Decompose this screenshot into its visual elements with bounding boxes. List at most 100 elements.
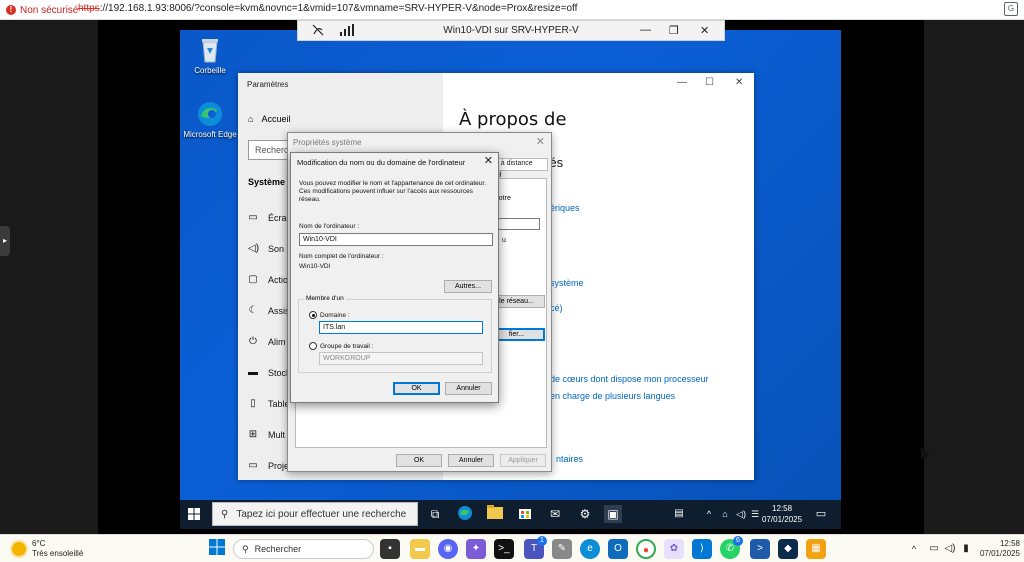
tray-chevron-icon[interactable]: ^ xyxy=(904,539,924,559)
vscode-icon[interactable]: ⟩ xyxy=(692,539,712,559)
restore-icon[interactable]: ❐ xyxy=(669,24,679,37)
search-placeholder: Rechercher xyxy=(254,544,302,554)
full-name-value: Win10-VDI xyxy=(299,263,331,270)
computer-name-input[interactable]: Win10-VDI xyxy=(299,233,493,246)
desktop-icon-label: Microsoft Edge xyxy=(183,130,237,139)
translate-icon[interactable]: G xyxy=(1004,2,1018,16)
close-icon[interactable]: ✕ xyxy=(484,154,493,167)
news-icon[interactable]: ▤ xyxy=(670,505,688,523)
sidebar-item-stockage[interactable]: ▬ Stock xyxy=(248,367,291,378)
dialog-description: Vous pouvez modifier le nom et l'apparte… xyxy=(299,180,486,203)
close-icon[interactable]: ✕ xyxy=(536,135,545,148)
desktop-icon-recycle-bin[interactable]: Corbeille xyxy=(180,36,240,75)
apply-button[interactable]: Appliquer xyxy=(500,454,546,467)
multitask-icon: ⊞ xyxy=(248,429,258,440)
sidebar-item-assistant[interactable]: ☾ Assis xyxy=(248,305,290,316)
domain-input[interactable]: ITS.lan xyxy=(319,321,483,334)
vm-taskbar: ⚲ Tapez ici pour effectuer une recherche… xyxy=(180,500,841,529)
desktop-icon-edge[interactable]: Microsoft Edge xyxy=(180,100,240,139)
cancel-button[interactable]: Annuler xyxy=(445,382,492,395)
link-systeme[interactable]: système xyxy=(550,278,584,288)
settings-gear-icon[interactable]: ⚙ xyxy=(576,505,594,523)
link-commentaires[interactable]: ntaires xyxy=(556,454,583,464)
projection-icon: ▭ xyxy=(248,460,258,471)
windows-start-icon[interactable] xyxy=(188,508,200,520)
minimize-icon[interactable]: — xyxy=(640,24,651,36)
settings-minimize-icon[interactable]: — xyxy=(677,77,687,88)
host-clock[interactable]: 12:58 07/01/2025 xyxy=(980,539,1020,559)
vm-clock[interactable]: 12:58 07/01/2025 xyxy=(762,503,802,525)
settings-home-link[interactable]: ⌂ Accueil xyxy=(248,114,290,124)
notification-center-icon[interactable]: ▭ xyxy=(812,505,830,523)
full-name-label: Nom complet de l'ordinateur : xyxy=(299,253,384,260)
settings-maximize-icon[interactable]: ☐ xyxy=(705,77,714,88)
workgroup-input[interactable]: WORKGROUP xyxy=(319,352,483,365)
url-text: ://192.168.1.93:8006/?console=kvm&novnc=… xyxy=(99,3,578,14)
sidebar-item-projection[interactable]: ▭ Proje xyxy=(248,460,289,471)
teams-icon[interactable]: T1 xyxy=(524,536,547,559)
sidebar-item-tablette[interactable]: ▯ Table xyxy=(248,398,289,409)
store-icon[interactable] xyxy=(516,505,534,523)
others-button[interactable]: Autres... xyxy=(444,280,492,293)
paint-icon[interactable]: ✿ xyxy=(664,539,684,559)
cancel-button[interactable]: Annuler xyxy=(448,454,494,467)
home-label: Accueil xyxy=(261,114,291,124)
domain-radio[interactable] xyxy=(309,311,317,319)
sidebar-item-son[interactable]: ◁) Son xyxy=(248,243,284,254)
link-periph[interactable]: ériques xyxy=(550,203,580,213)
file-explorer-icon[interactable] xyxy=(486,505,504,523)
tool-icon[interactable]: ✎ xyxy=(552,539,572,559)
whatsapp-icon[interactable]: ✆ 6 xyxy=(720,536,743,559)
notification-icon: ▢ xyxy=(248,274,258,285)
sidebar-item-ecran[interactable]: ▭ Écran xyxy=(248,212,291,223)
copilot-icon[interactable]: ✦ xyxy=(466,539,486,559)
terminal-window-icon[interactable]: ▪ xyxy=(380,539,400,559)
app-icon[interactable]: ◆ xyxy=(778,539,798,559)
warning-icon: ! xyxy=(6,5,16,15)
workgroup-radio[interactable] xyxy=(309,342,317,350)
battery-icon[interactable]: ▮ xyxy=(956,539,976,559)
security-indicator[interactable]: ! Non sécurisé xyxy=(6,3,78,17)
search-placeholder: Tapez ici pour effectuer une recherche xyxy=(236,508,407,520)
speaker-icon: ◁) xyxy=(248,243,260,254)
ok-button[interactable]: OK xyxy=(393,382,440,395)
link-coeurs[interactable]: de cœurs dont dispose mon processeur xyxy=(550,374,709,384)
teams-badge: 1 xyxy=(537,536,547,546)
url-protocol: https xyxy=(78,3,100,14)
orange-app-icon[interactable]: ▦ xyxy=(806,539,826,559)
outlook-icon[interactable]: O xyxy=(608,539,628,559)
domain-label: Domaine : xyxy=(320,312,350,319)
file-explorer-icon[interactable]: ▬ xyxy=(410,539,430,559)
powershell-icon[interactable]: > xyxy=(750,539,770,559)
sidebar-item-alimentation[interactable]: ⏻ Alim xyxy=(248,336,286,347)
desktop-icon-label: Corbeille xyxy=(194,66,226,75)
mail-icon[interactable]: ✉ xyxy=(546,505,564,523)
link-langues[interactable]: en charge de plusieurs langues xyxy=(550,391,675,401)
sidebar-item-multitache[interactable]: ⊞ Mult xyxy=(248,429,285,440)
vnc-title-bar: Win10-VDI sur SRV-HYPER-V — ❐ ✕ xyxy=(297,20,725,41)
windows-start-icon[interactable] xyxy=(207,539,227,559)
ok-button[interactable]: OK xyxy=(396,454,442,467)
settings-section-title: Système xyxy=(248,177,286,187)
discord-icon[interactable]: ◉ xyxy=(438,539,458,559)
close-icon[interactable]: ✕ xyxy=(700,24,709,37)
vm-time: 12:58 xyxy=(772,504,793,513)
weather-widget[interactable]: 6°C Très ensoleillé xyxy=(12,539,83,559)
task-view-icon[interactable]: ⧉ xyxy=(426,505,444,523)
system-properties-taskbar-icon[interactable]: ▣ xyxy=(604,505,622,523)
sidebar-item-label: Alim xyxy=(268,336,286,347)
sidebar-item-label: Proje xyxy=(268,460,290,471)
page-title: À propos de xyxy=(459,109,567,130)
partial-text: u xyxy=(502,237,506,244)
settings-close-icon[interactable]: ✕ xyxy=(735,77,743,88)
chrome-icon[interactable]: ● xyxy=(636,539,656,559)
novnc-sidebar-handle[interactable]: ▸ xyxy=(0,226,10,256)
dialog-title: Modification du nom ou du domaine de l'o… xyxy=(297,158,466,167)
terminal-icon[interactable]: >_ xyxy=(494,539,514,559)
host-search-input[interactable]: ⚲ Rechercher xyxy=(233,539,374,559)
sidebar-item-actions[interactable]: ▢ Actio xyxy=(248,274,288,285)
edge-icon[interactable] xyxy=(456,505,474,523)
edge-icon[interactable]: e xyxy=(580,539,600,559)
vm-search-input[interactable]: ⚲ Tapez ici pour effectuer une recherche xyxy=(212,502,418,526)
url-field[interactable]: https://192.168.1.93:8006/?console=kvm&n… xyxy=(78,3,577,14)
